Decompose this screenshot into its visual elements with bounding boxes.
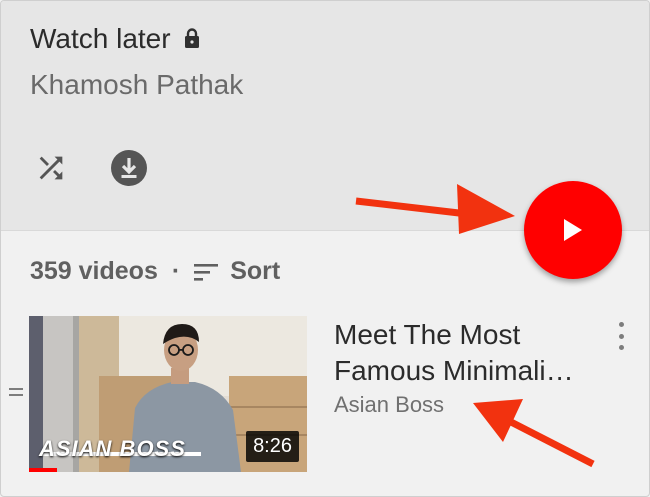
drag-handle-icon[interactable] xyxy=(9,388,23,400)
video-thumbnail[interactable]: ASIAN BOSS 8:26 xyxy=(29,316,307,472)
playlist-owner[interactable]: Khamosh Pathak xyxy=(30,69,243,101)
play-all-button[interactable] xyxy=(524,181,622,279)
thumbnail-brand-text: ASIAN BOSS xyxy=(39,436,186,461)
playlist-title: Watch later xyxy=(30,23,171,54)
sort-icon[interactable] xyxy=(194,262,220,282)
play-icon xyxy=(564,219,582,241)
annotation-arrow-2-head xyxy=(473,399,523,442)
download-icon xyxy=(111,150,147,186)
meta-separator: · xyxy=(171,257,181,285)
download-button[interactable] xyxy=(109,148,149,188)
video-count: 359 videos xyxy=(30,257,158,285)
lock-icon xyxy=(183,27,201,54)
sort-button[interactable]: Sort xyxy=(230,257,280,286)
shuffle-icon xyxy=(39,156,63,180)
title-row: Watch later xyxy=(30,23,201,55)
more-vert-icon[interactable] xyxy=(613,322,629,350)
playlist-meta: 359 videos · Sort xyxy=(30,257,280,286)
playlist-screen: Watch later Khamosh Pathak 359 videos · … xyxy=(0,0,650,497)
video-title-line-1: Meet The Most xyxy=(334,319,521,350)
video-duration: 8:26 xyxy=(246,431,299,462)
watch-progress-bar xyxy=(29,468,57,472)
annotation-arrow-2-shaft xyxy=(507,417,595,468)
video-channel[interactable]: Asian Boss xyxy=(334,392,444,418)
video-title[interactable]: Meet The Most Famous Minimali… xyxy=(334,317,599,389)
shuffle-button[interactable] xyxy=(31,148,71,188)
video-title-line-2: Famous Minimali… xyxy=(334,355,574,386)
